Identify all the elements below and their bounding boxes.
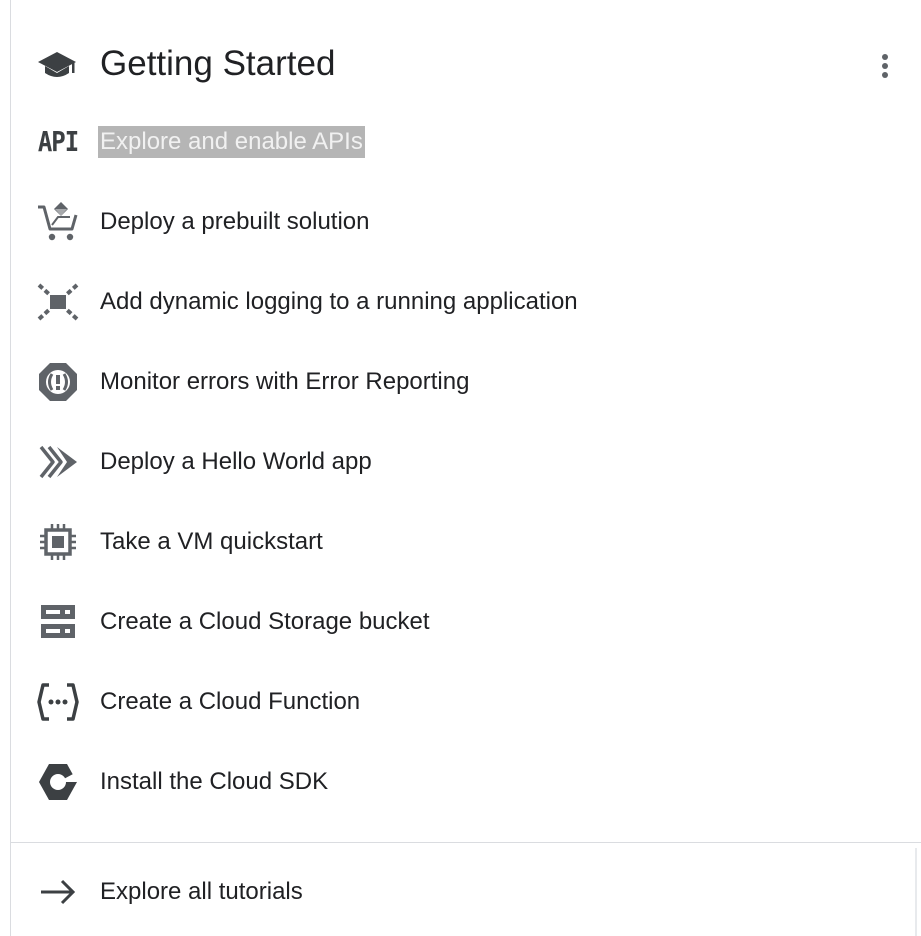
tutorial-item-error-reporting[interactable]: Monitor errors with Error Reporting xyxy=(11,347,921,417)
tutorial-item-prebuilt-solution[interactable]: Deploy a prebuilt solution xyxy=(11,187,921,257)
error-reporting-icon xyxy=(35,359,81,405)
card-title: Getting Started xyxy=(100,44,336,83)
tutorial-item-hello-world[interactable]: Deploy a Hello World app xyxy=(11,427,921,497)
getting-started-card: Getting Started API Explore and enable A… xyxy=(10,0,921,936)
tutorial-item-storage-bucket[interactable]: Create a Cloud Storage bucket xyxy=(11,587,921,657)
tutorial-item-vm-quickstart[interactable]: Take a VM quickstart xyxy=(11,507,921,577)
tutorial-item-label: Create a Cloud Function xyxy=(100,688,361,715)
explore-all-tutorials-label: Explore all tutorials xyxy=(100,878,303,905)
explore-all-tutorials-link[interactable]: Explore all tutorials xyxy=(11,857,921,927)
tutorial-item-cloud-function[interactable]: Create a Cloud Function xyxy=(11,667,921,737)
cloud-functions-icon xyxy=(35,679,81,725)
debugger-icon xyxy=(35,279,81,325)
scrollbar[interactable] xyxy=(915,848,917,936)
card-header: Getting Started xyxy=(11,30,921,100)
cart-icon xyxy=(35,199,81,245)
tutorial-item-cloud-sdk[interactable]: Install the Cloud SDK xyxy=(11,747,921,817)
tutorial-item-label: Install the Cloud SDK xyxy=(100,768,329,795)
compute-engine-icon xyxy=(35,519,81,565)
tutorial-item-dynamic-logging[interactable]: Add dynamic logging to a running applica… xyxy=(11,267,921,337)
tutorial-item-label: Monitor errors with Error Reporting xyxy=(100,368,470,395)
cloud-sdk-icon xyxy=(35,759,81,805)
app-engine-icon xyxy=(35,439,81,485)
arrow-forward-icon xyxy=(35,869,81,915)
tutorial-item-label: Create a Cloud Storage bucket xyxy=(100,608,430,635)
school-icon xyxy=(37,50,77,80)
tutorial-item-label: Deploy a Hello World app xyxy=(100,448,372,475)
tutorial-item-label: Explore and enable APIs xyxy=(98,126,365,158)
tutorial-item-label: Take a VM quickstart xyxy=(100,528,323,555)
more-vert-icon[interactable] xyxy=(866,46,902,86)
storage-icon xyxy=(35,599,81,645)
footer-divider xyxy=(11,842,921,843)
tutorial-item-label: Deploy a prebuilt solution xyxy=(100,208,370,235)
tutorial-item-explore-apis[interactable]: API Explore and enable APIs xyxy=(11,107,921,177)
api-icon: API xyxy=(37,125,79,159)
tutorial-item-label: Add dynamic logging to a running applica… xyxy=(100,288,578,315)
